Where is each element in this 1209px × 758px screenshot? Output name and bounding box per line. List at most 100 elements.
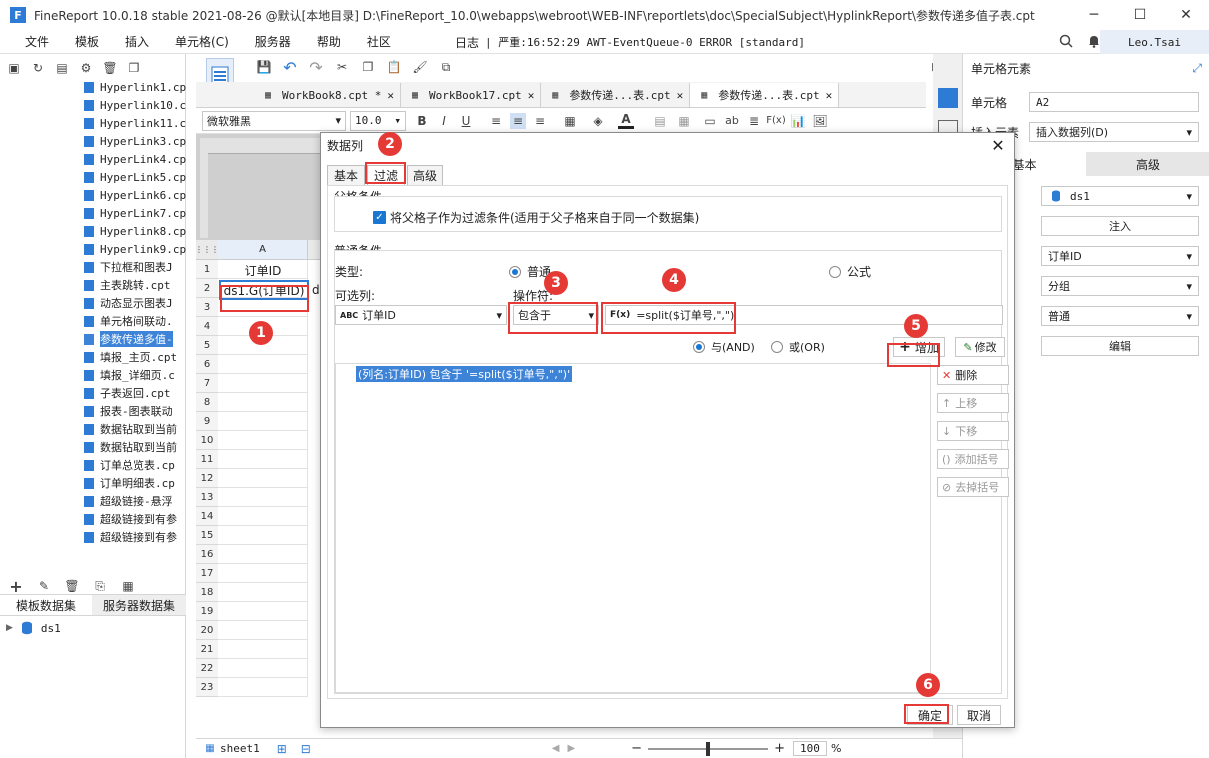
row-header[interactable]: 4 xyxy=(196,317,218,336)
tab-template-dataset[interactable]: 模板数据集 xyxy=(0,595,92,615)
row-header[interactable]: 5 xyxy=(196,336,218,355)
row-header[interactable]: 14 xyxy=(196,507,218,526)
cell[interactable] xyxy=(218,488,308,507)
cell[interactable] xyxy=(218,507,308,526)
row-header[interactable]: 20 xyxy=(196,621,218,640)
row-header[interactable]: 17 xyxy=(196,564,218,583)
edit-icon[interactable]: ✎ xyxy=(36,578,52,594)
menu-file[interactable]: 文件 xyxy=(12,33,62,50)
column-header-a[interactable]: A xyxy=(218,240,308,260)
search-icon[interactable] xyxy=(1058,33,1074,49)
radio-selected-icon[interactable] xyxy=(693,341,705,353)
tree-item[interactable]: HyperLink6.cp xyxy=(0,186,186,204)
tree-item[interactable]: HyperLink5.cp xyxy=(0,168,186,186)
tree-item[interactable]: 超级链接-悬浮 xyxy=(0,492,186,510)
copy-icon[interactable]: ❐ xyxy=(126,60,142,76)
dataset-select[interactable]: ds1 ▾ xyxy=(1041,186,1199,206)
row-header[interactable]: 10 xyxy=(196,431,218,450)
group-select[interactable]: 分组 ▾ xyxy=(1041,276,1199,296)
tree-item[interactable]: 填报_主页.cpt xyxy=(0,348,186,366)
cell[interactable] xyxy=(218,355,308,374)
italic-icon[interactable]: I xyxy=(436,113,452,129)
font-size-select[interactable]: 10.0 ▾ xyxy=(350,110,406,131)
cell[interactable] xyxy=(218,564,308,583)
cell[interactable] xyxy=(218,602,308,621)
tree-item[interactable]: HyperLink3.cp xyxy=(0,132,186,150)
image-icon[interactable]: 🖼 xyxy=(812,113,828,129)
tree-item[interactable]: 填报_详细页.c xyxy=(0,366,186,384)
bold-icon[interactable]: B xyxy=(414,113,430,129)
new-folder-icon[interactable]: ▣ xyxy=(6,60,22,76)
undo-icon[interactable]: ↶ xyxy=(282,58,298,77)
insert-ab-icon[interactable]: ab xyxy=(724,113,740,129)
parent-filter-option[interactable]: ✓ 将父格子作为过滤条件(适用于父子格来自于同一个数据集) xyxy=(373,209,699,226)
tree-item[interactable]: Hyperlink10.c xyxy=(0,96,186,114)
minimize-button[interactable]: ─ xyxy=(1071,0,1117,30)
row-header[interactable]: 22 xyxy=(196,659,218,678)
cell[interactable] xyxy=(218,659,308,678)
zoom-in-button[interactable]: + xyxy=(774,741,785,756)
tree-item[interactable]: HyperLink4.cp xyxy=(0,150,186,168)
row-header[interactable]: 7 xyxy=(196,374,218,393)
cancel-button[interactable]: 取消 xyxy=(957,705,1001,725)
row-header[interactable]: 23 xyxy=(196,678,218,697)
settings-icon[interactable]: ⚙ xyxy=(78,60,94,76)
delete-icon[interactable]: 🗑 xyxy=(102,60,118,76)
add-dataset-icon[interactable]: + xyxy=(8,577,24,596)
tree-item[interactable]: 单元格间联动. xyxy=(0,312,186,330)
tree-item[interactable]: 下拉框和图表J xyxy=(0,258,186,276)
tab-param-pass-1[interactable]: ▦ 参数传递...表.cpt ✕ xyxy=(541,83,691,107)
scroll-left-icon[interactable]: ◀ xyxy=(552,743,560,754)
cell[interactable] xyxy=(218,412,308,431)
tree-item[interactable]: 报表-图表联动 xyxy=(0,402,186,420)
and-option[interactable]: 与(AND) xyxy=(693,339,755,355)
normal-select[interactable]: 普通 ▾ xyxy=(1041,306,1199,326)
cell[interactable] xyxy=(218,583,308,602)
font-family-select[interactable]: 微软雅黑 ▾ xyxy=(202,110,346,131)
tab-server-dataset[interactable]: 服务器数据集 xyxy=(92,595,186,615)
tab-workbook8[interactable]: ▦ WorkBook8.cpt * ✕ xyxy=(254,83,401,107)
zoom-slider[interactable] xyxy=(648,741,769,756)
save-icon[interactable]: 💾 xyxy=(256,59,272,75)
copy-cell-icon[interactable]: ❐ xyxy=(360,59,376,75)
align-center-icon[interactable]: ≡ xyxy=(510,112,526,129)
cell[interactable] xyxy=(218,545,308,564)
merge-cells-icon[interactable]: ▤ xyxy=(652,113,668,129)
cell[interactable] xyxy=(218,374,308,393)
close-tab-icon[interactable]: ✕ xyxy=(826,89,833,102)
paste-icon[interactable]: 📋 xyxy=(386,59,402,75)
radio-selected-icon[interactable] xyxy=(509,265,521,278)
font-color-icon[interactable]: A xyxy=(618,112,634,129)
tree-item[interactable]: 数据钻取到当前 xyxy=(0,438,186,456)
tab-advanced[interactable]: 高级 xyxy=(407,165,443,185)
cell-input[interactable]: A2 xyxy=(1029,92,1199,112)
type-formula-option[interactable]: 公式 xyxy=(829,263,871,280)
cell[interactable] xyxy=(218,640,308,659)
underline-icon[interactable]: U xyxy=(458,113,474,129)
row-header[interactable]: 2 xyxy=(196,279,218,298)
row-header[interactable]: 11 xyxy=(196,450,218,469)
expand-arrow-icon[interactable]: ▶ xyxy=(6,623,13,633)
tab-basic[interactable]: 基本 xyxy=(327,165,365,185)
tab-param-pass-2[interactable]: ▦ 参数传递...表.cpt ✕ xyxy=(690,83,840,107)
or-option[interactable]: 或(OR) xyxy=(771,339,825,355)
pin-icon[interactable]: ⤢ xyxy=(1192,61,1202,76)
menu-community[interactable]: 社区 xyxy=(354,33,404,50)
menu-help[interactable]: 帮助 xyxy=(304,33,354,50)
move-down-button[interactable]: ↓ 下移 xyxy=(937,421,1009,441)
close-tab-icon[interactable]: ✕ xyxy=(528,89,535,102)
cell[interactable] xyxy=(218,393,308,412)
preview-icon[interactable]: ⎘ xyxy=(92,578,108,594)
row-header[interactable]: 12 xyxy=(196,469,218,488)
tree-item[interactable]: Hyperlink1.cp xyxy=(0,78,186,96)
select-all-corner[interactable]: ⋮⋮⋮ xyxy=(195,240,219,260)
split-cells-icon[interactable]: ▦ xyxy=(676,113,692,129)
remove-bracket-button[interactable]: ⊘ 去掉括号 xyxy=(937,477,1009,497)
add-bracket-button[interactable]: () 添加括号 xyxy=(937,449,1009,469)
insert-text-icon[interactable]: ▭ xyxy=(702,113,718,129)
modify-condition-button[interactable]: ✎ 修改 xyxy=(955,337,1005,357)
bar-chart-icon[interactable]: 📊 xyxy=(790,113,806,129)
tree-item[interactable]: 订单总览表.cp xyxy=(0,456,186,474)
column-select[interactable]: ABC 订单ID ▾ xyxy=(335,305,507,325)
format-brush-icon[interactable]: 🖌 xyxy=(412,59,428,75)
